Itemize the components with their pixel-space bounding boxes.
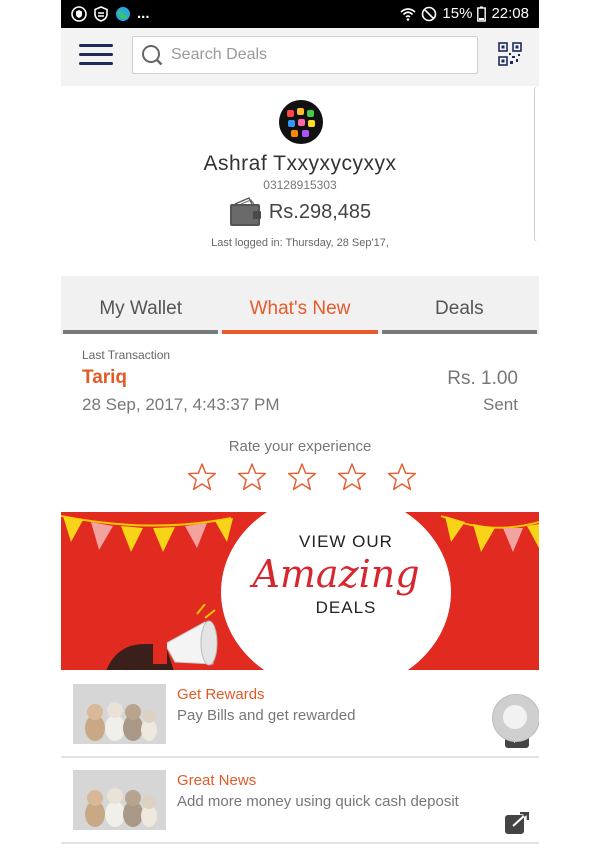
tab-label: My Wallet xyxy=(99,298,183,319)
last-login: Last logged in: Thursday, 28 Sep'17, xyxy=(211,237,389,249)
rating-label: Rate your experience xyxy=(228,438,372,455)
status-more: ... xyxy=(137,5,150,22)
battery-icon xyxy=(477,6,487,22)
list-item-title: Great News xyxy=(177,772,257,789)
list-item-get-rewards[interactable]: Get Rewards Pay Bills and get rewarded xyxy=(61,672,539,758)
tab-whats-new[interactable]: What's New xyxy=(220,276,379,334)
kittens-thumbnail xyxy=(73,684,166,744)
kittens-thumbnail xyxy=(73,770,166,830)
menu-icon[interactable] xyxy=(79,44,113,70)
transaction-status: Sent xyxy=(483,395,518,414)
banner-line-1: VIEW OUR xyxy=(299,532,393,551)
star-icon-3[interactable] xyxy=(287,462,317,492)
vpn-shield-icon xyxy=(71,5,87,22)
battery-percent: 15% xyxy=(442,5,473,22)
user-phone: 03128915303 xyxy=(263,178,337,192)
app-screen: ... 15% 22:08 Search Deals Ashraf Txxyxy… xyxy=(61,0,539,849)
star-rating xyxy=(187,462,417,492)
app-header xyxy=(61,28,539,86)
tab-my-wallet[interactable]: My Wallet xyxy=(61,276,220,334)
banner-line-3: DEALS xyxy=(315,598,377,617)
wallet-balance: Rs.298,485 xyxy=(268,200,372,223)
list-item-title: Get Rewards xyxy=(177,686,265,703)
transaction-amount: Rs. 1.00 xyxy=(447,368,518,389)
globe-icon xyxy=(116,6,130,21)
search-input[interactable] xyxy=(169,37,473,73)
external-link-icon[interactable] xyxy=(505,812,529,834)
search-icon xyxy=(142,45,163,66)
user-name: Ashraf Txxyxycyxyx xyxy=(203,152,397,175)
star-icon-5[interactable] xyxy=(387,462,417,492)
star-icon-2[interactable] xyxy=(237,462,267,492)
transaction-label: Last Transaction xyxy=(82,348,171,362)
tab-bar: My Wallet What's New Deals xyxy=(61,276,539,334)
floating-assistive-button[interactable] xyxy=(492,694,539,742)
do-not-disturb-icon xyxy=(422,6,437,21)
profile-section: Ashraf Txxyxycyxyx 03128915303 Rs.298,48… xyxy=(61,86,539,276)
status-bar: ... 15% 22:08 xyxy=(61,0,539,28)
deals-banner[interactable]: VIEW OUR Amazing DEALS xyxy=(61,512,539,670)
clock: 22:08 xyxy=(491,5,529,22)
star-icon-1[interactable] xyxy=(187,462,217,492)
tab-deals[interactable]: Deals xyxy=(380,276,539,334)
balance-row: Rs.298,485 xyxy=(61,196,539,228)
last-transaction-card[interactable]: Last Transaction Tariq Rs. 1.00 28 Sep, … xyxy=(61,334,539,424)
transaction-recipient: Tariq xyxy=(82,367,128,388)
wifi-icon xyxy=(400,7,416,21)
tab-label: Deals xyxy=(435,298,484,319)
list-item-great-news[interactable]: Great News Add more money using quick ca… xyxy=(61,758,539,844)
qr-code-icon[interactable] xyxy=(498,42,522,66)
list-item-desc: Pay Bills and get rewarded xyxy=(177,707,356,724)
list-item-desc: Add more money using quick cash deposit xyxy=(177,793,459,810)
search-box xyxy=(132,36,478,74)
star-icon-4[interactable] xyxy=(337,462,367,492)
banner-line-2: Amazing xyxy=(252,552,420,596)
tab-label: What's New xyxy=(249,298,351,319)
avatar[interactable] xyxy=(279,100,323,144)
transaction-date: 28 Sep, 2017, 4:43:37 PM xyxy=(82,395,280,414)
megaphone-icon xyxy=(106,604,218,670)
shield-icon xyxy=(94,5,108,22)
wallet-icon xyxy=(229,197,261,226)
